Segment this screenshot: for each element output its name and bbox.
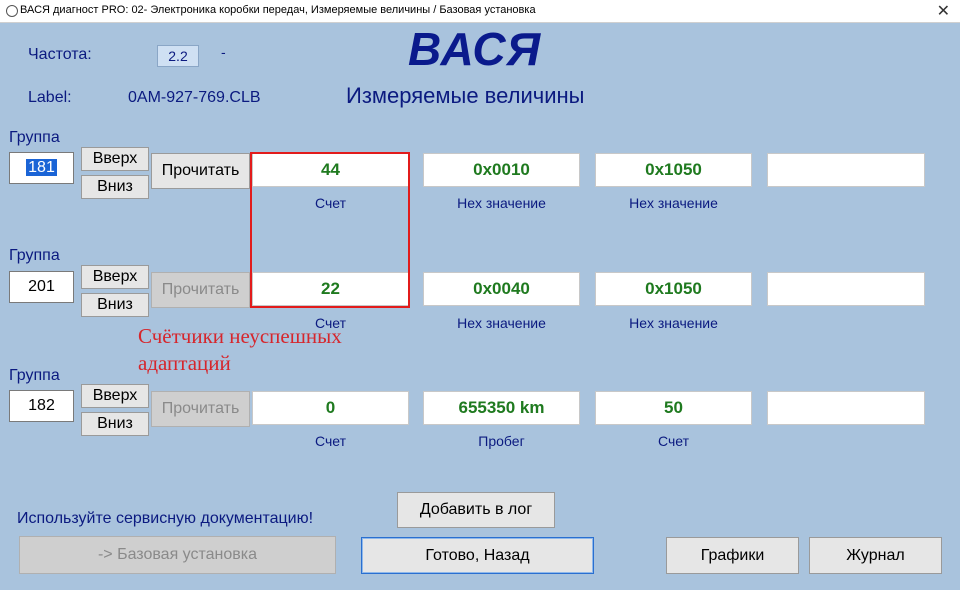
read-button[interactable]: Прочитать <box>151 153 250 189</box>
service-hint: Используйте сервисную документацию! <box>17 510 314 527</box>
measure-field-2: 655350 km <box>423 391 580 425</box>
group-number-input[interactable]: 181 <box>9 152 74 184</box>
read-button-disabled: Прочитать <box>151 391 250 427</box>
measure-field-4 <box>767 391 925 425</box>
measure-field-3: 0x1050 <box>595 272 752 306</box>
group-number-value: 181 <box>26 159 57 176</box>
group-label: Группа <box>9 367 60 384</box>
label-value: 0AM-927-769.CLB <box>128 89 261 106</box>
measure-caption-2: Пробег <box>478 433 525 449</box>
measure-field-2: 0x0040 <box>423 272 580 306</box>
title-bar: ВАСЯ диагност PRO: 02- Электроника короб… <box>0 0 960 23</box>
group-number-input[interactable]: 201 <box>9 271 74 303</box>
read-button-disabled: Прочитать <box>151 272 250 308</box>
group-down-button[interactable]: Вниз <box>81 293 149 317</box>
page-subtitle: Измеряемые величины <box>346 83 585 108</box>
measure-caption-3: Hex значение <box>629 315 718 331</box>
annotation-line: Счётчики неуспешных <box>138 324 342 348</box>
measure-caption-3: Счет <box>658 433 689 449</box>
frequency-label: Частота: <box>28 46 92 63</box>
app-window: ВАСЯ диагност PRO: 02- Электроника короб… <box>0 0 960 590</box>
label-label: Label: <box>28 89 72 106</box>
done-back-button[interactable]: Готово, Назад <box>361 537 594 574</box>
measure-caption-1: Счет <box>315 433 346 449</box>
close-icon[interactable]: ✕ <box>937 1 950 21</box>
frequency-value: 2.2 <box>157 45 199 67</box>
brand-logo: ВАСЯ <box>408 23 542 75</box>
group-up-button[interactable]: Вверх <box>81 147 149 171</box>
annotation-line: адаптаций <box>138 351 231 375</box>
graphs-button[interactable]: Графики <box>666 537 799 574</box>
highlight-box <box>250 152 410 308</box>
journal-button[interactable]: Журнал <box>809 537 942 574</box>
group-down-button[interactable]: Вниз <box>81 412 149 436</box>
group-label: Группа <box>9 247 60 264</box>
app-icon <box>3 2 21 20</box>
measure-field-3: 0x1050 <box>595 153 752 187</box>
group-down-button[interactable]: Вниз <box>81 175 149 199</box>
measure-field-1: 0 <box>252 391 409 425</box>
add-log-button[interactable]: Добавить в лог <box>397 492 555 528</box>
measure-field-4 <box>767 272 925 306</box>
group-label: Группа <box>9 129 60 146</box>
measure-field-3: 50 <box>595 391 752 425</box>
annotation-text: Счётчики неуспешных адаптаций <box>138 323 342 377</box>
group-number-input[interactable]: 182 <box>9 390 74 422</box>
measure-field-4 <box>767 153 925 187</box>
measure-field-2: 0x0010 <box>423 153 580 187</box>
group-up-button[interactable]: Вверх <box>81 265 149 289</box>
measure-caption-2: Hex значение <box>457 195 546 211</box>
group-up-button[interactable]: Вверх <box>81 384 149 408</box>
measure-caption-2: Hex значение <box>457 315 546 331</box>
frequency-dash: - <box>221 44 226 60</box>
basic-setting-button: -> Базовая установка <box>19 536 336 574</box>
window-title: ВАСЯ диагност PRO: 02- Электроника короб… <box>20 4 536 16</box>
measure-caption-3: Hex значение <box>629 195 718 211</box>
